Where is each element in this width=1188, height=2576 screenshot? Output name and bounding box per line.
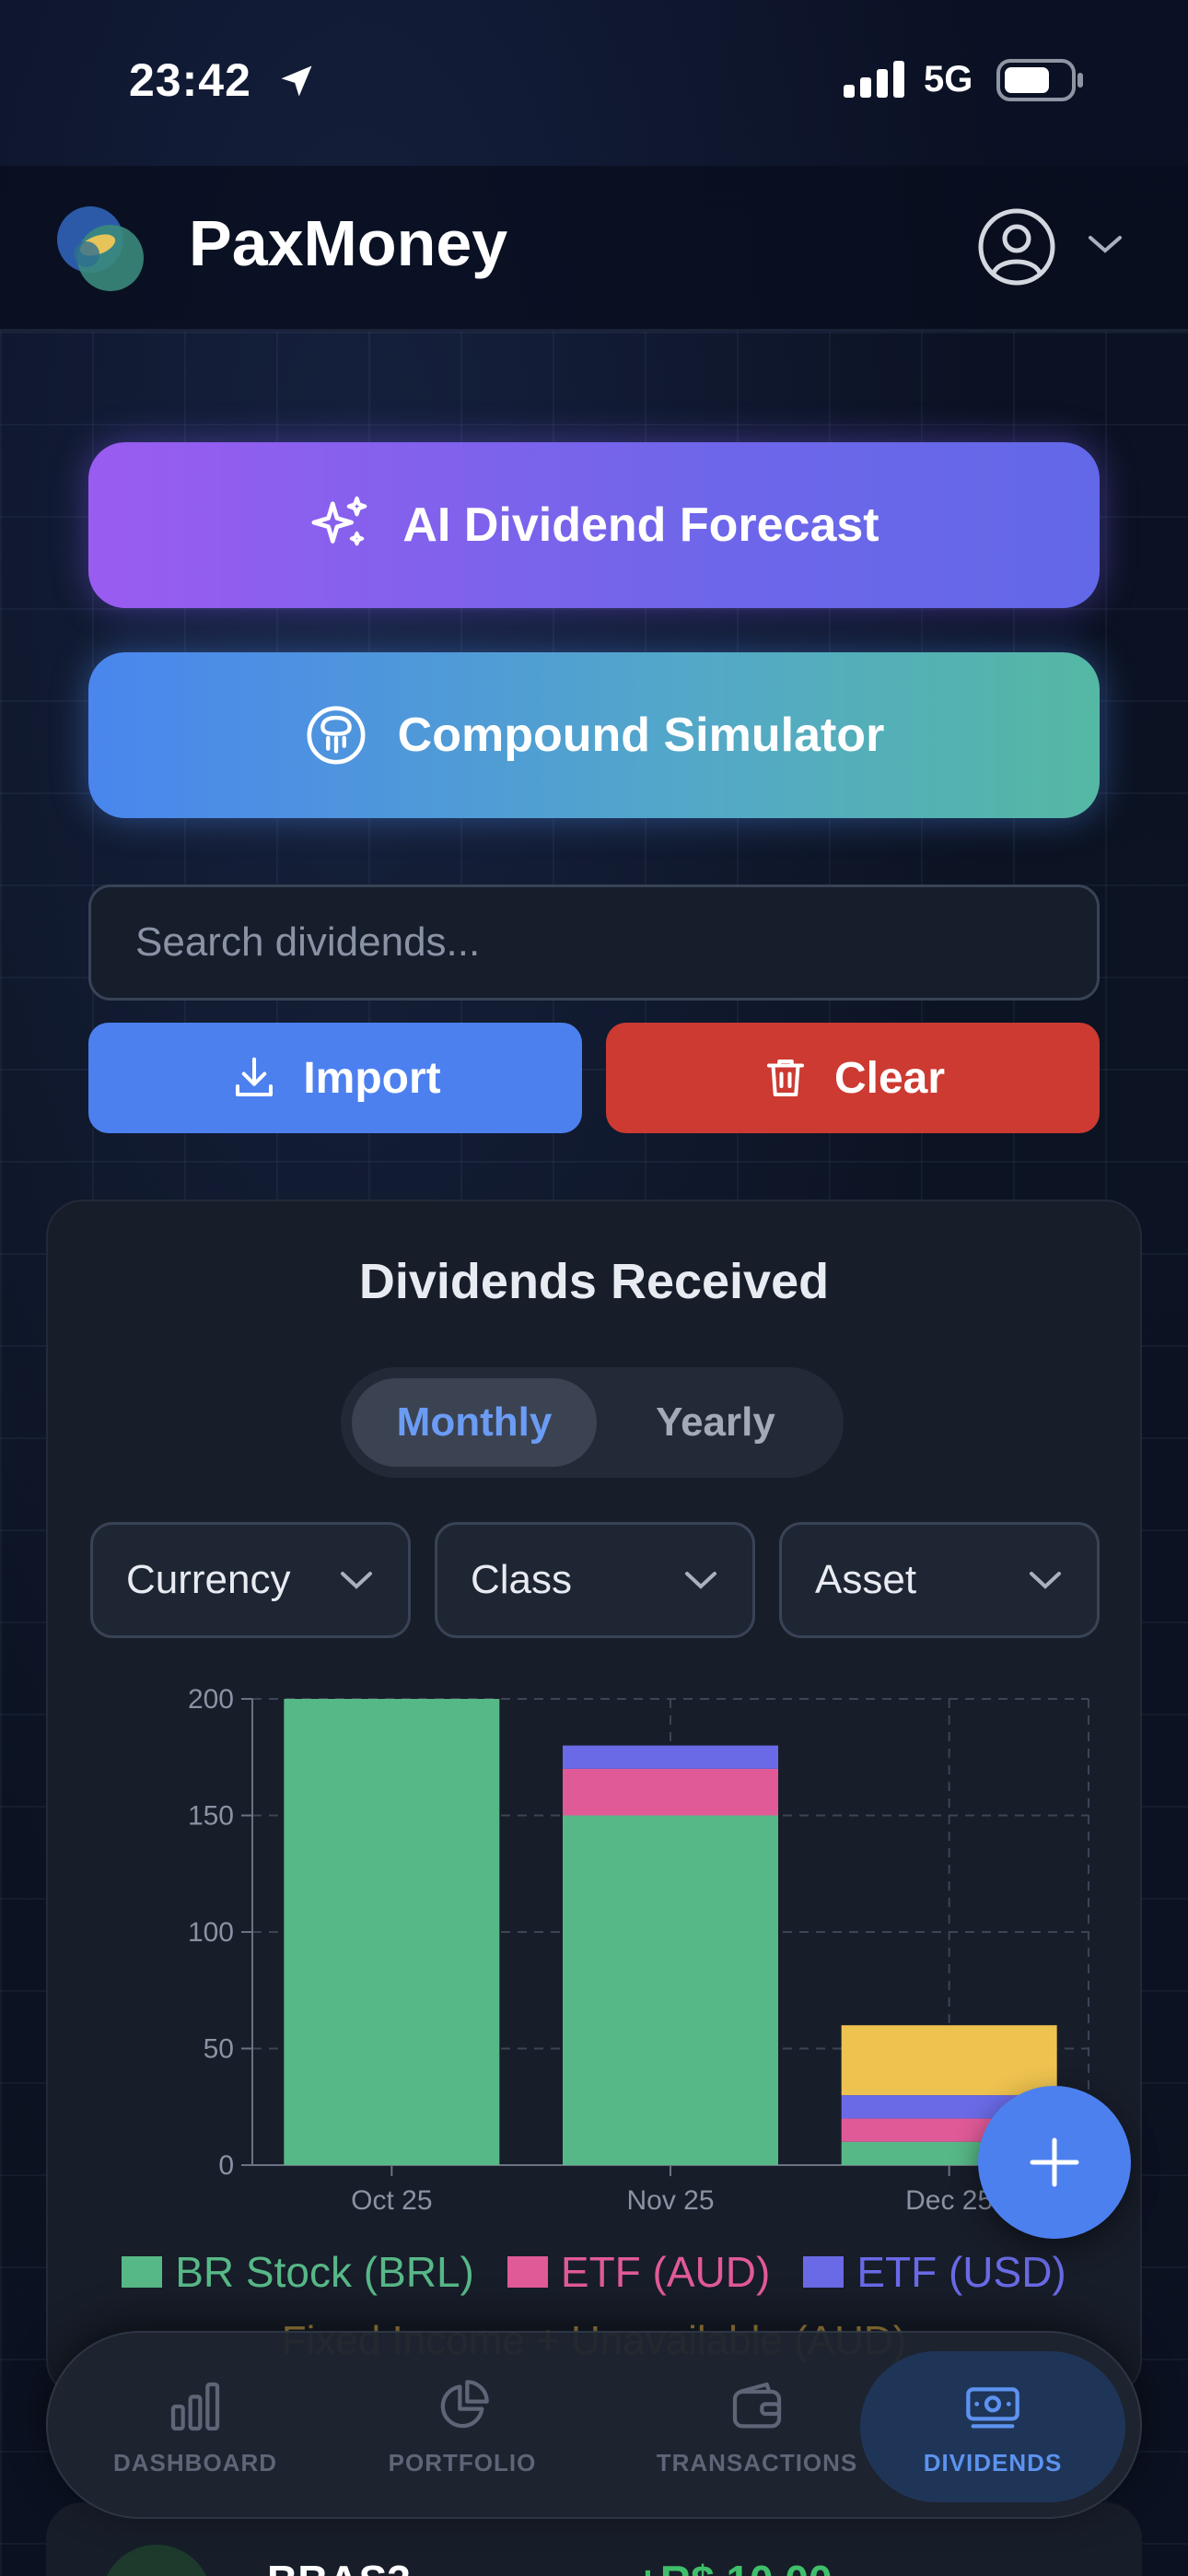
card-title: Dividends Received [358,1254,830,1309]
nav-label-transactions: TRANSACTIONS [656,2448,858,2476]
cellular-signal-icon [844,61,904,98]
class-select[interactable]: Class [435,1522,755,1638]
ai-dividend-forecast-button[interactable]: AI Dividend Forecast [88,442,1100,608]
clear-button[interactable]: Clear [606,1023,1100,1133]
bar-chart-icon [170,2382,220,2430]
legend-item[interactable]: ETF (USD) [803,2247,1066,2297]
add-dividend-button[interactable] [978,2086,1131,2239]
y-tick-label: 50 [204,2034,234,2065]
list-item-amount: +R$ 10,00 [635,2556,833,2576]
status-bar: 23:42 5G [0,0,1188,166]
chevron-down-icon[interactable] [1085,230,1125,258]
nav-item-dividends[interactable]: DIVIDENDS [860,2351,1125,2502]
search-input[interactable] [88,884,1100,1001]
legend-item[interactable]: ETF (AUD) [507,2247,770,2297]
dividends-bar-chart: 0 50 100 150 200 Oct 25 Nov 25 Dec 25 [188,1684,1089,2216]
bar-segment [284,1699,500,2165]
nav-label-dividends: DIVIDENDS [923,2448,1063,2476]
plus-icon [1030,2137,1079,2187]
y-tick-label: 100 [188,1917,234,1948]
compound-simulator-label: Compound Simulator [397,708,885,762]
y-tick-label: 200 [188,1684,234,1715]
network-type: 5G [924,59,973,100]
bottom-nav: DASHBOARD PORTFOLIO TRANSACTIONS DIVIDEN… [46,2331,1142,2519]
dividends-received-card: Dividends Received Monthly Yearly Curren… [46,1200,1142,2397]
y-tick-label: 0 [218,2150,234,2181]
legend-swatch [122,2256,163,2288]
location-arrow-icon [281,65,312,97]
chevron-down-icon [341,1572,372,1589]
x-tick-label: Nov 25 [626,2185,714,2216]
class-select-label: Class [471,1557,573,1602]
asset-avatar [101,2545,212,2576]
download-icon [236,1057,274,1097]
pie-chart-icon [440,2379,489,2428]
app-logo-icon [57,206,144,291]
legend-label: BR Stock (BRL) [175,2248,474,2296]
asset-select[interactable]: Asset [779,1522,1100,1638]
period-toggle: Monthly Yearly [341,1367,844,1478]
nav-item-portfolio[interactable]: PORTFOLIO [352,2351,573,2502]
list-item-ticker: BBAS3 [267,2556,411,2576]
nav-item-transactions[interactable]: TRANSACTIONS [619,2351,895,2502]
legend-label: ETF (AUD) [560,2248,771,2296]
brain-chart-icon [307,706,366,765]
chevron-down-icon [685,1572,716,1589]
wallet-icon [732,2382,782,2428]
legend-swatch [803,2256,844,2288]
nav-label-portfolio: PORTFOLIO [388,2448,537,2476]
bar-segment [841,2025,1057,2096]
y-tick-label: 150 [188,1801,234,1832]
nav-item-dashboard[interactable]: DASHBOARD [85,2351,306,2502]
import-button[interactable]: Import [88,1023,582,1133]
legend-label: ETF (USD) [856,2248,1066,2296]
currency-select[interactable]: Currency [90,1522,411,1638]
status-time: 23:42 [129,54,251,106]
app-title: PaxMoney [189,207,508,279]
x-tick-label: Dec 25 [905,2185,993,2216]
toggle-monthly[interactable]: Monthly [352,1378,597,1467]
currency-select-label: Currency [126,1557,291,1602]
legend-swatch [507,2256,548,2288]
bar-segment [563,1768,778,1816]
clear-label: Clear [833,1053,946,1103]
trash-icon [766,1059,804,1097]
ai-dividend-forecast-label: AI Dividend Forecast [402,498,879,552]
battery-icon [996,59,1083,101]
chevron-down-icon [1030,1572,1061,1589]
compound-simulator-button[interactable]: Compound Simulator [88,652,1100,818]
x-tick-label: Oct 25 [351,2185,432,2216]
asset-select-label: Asset [815,1557,917,1602]
money-bill-icon [966,2386,1019,2428]
import-label: Import [303,1053,441,1103]
bar-segment [563,1815,778,2165]
bar-segment [563,1745,778,1769]
user-account-icon[interactable] [976,206,1057,287]
app-header: PaxMoney [0,166,1188,332]
legend-item[interactable]: BR Stock (BRL) [122,2247,474,2297]
nav-label-dashboard: DASHBOARD [113,2448,277,2476]
chart-legend: BR Stock (BRL) ETF (AUD) ETF (USD) [48,2247,1140,2297]
toggle-yearly[interactable]: Yearly [599,1378,833,1467]
sparkles-icon [311,496,367,546]
